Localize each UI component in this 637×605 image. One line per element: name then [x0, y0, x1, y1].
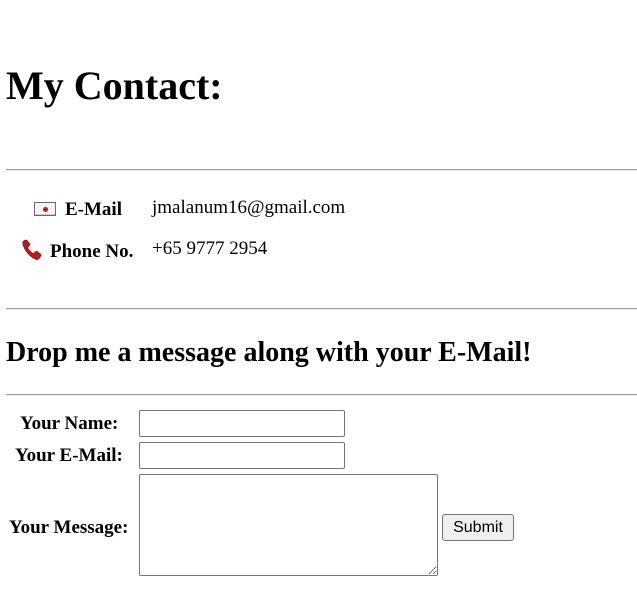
- submit-button[interactable]: Submit: [442, 514, 514, 541]
- envelope-icon: [34, 202, 56, 216]
- email-value: jmalanum16@gmail.com: [152, 197, 346, 218]
- email-label: E-Mail: [65, 199, 122, 220]
- divider-form: [6, 394, 637, 396]
- message-label: Your Message:: [9, 517, 129, 538]
- email-field-label: Your E-Mail:: [15, 445, 123, 466]
- email-input[interactable]: [139, 442, 345, 469]
- name-label: Your Name:: [20, 413, 119, 434]
- divider-top: [6, 169, 637, 171]
- phone-label: Phone No.: [50, 241, 134, 262]
- name-input[interactable]: [139, 410, 345, 437]
- message-section-heading: Drop me a message along with your E-Mail…: [6, 337, 532, 368]
- contact-page: My Contact: E-Mail jmalanum16@gmail.com …: [0, 0, 637, 605]
- envelope-seal: [43, 207, 48, 212]
- phone-value: +65 9777 2954: [152, 238, 268, 259]
- page-title: My Contact:: [6, 63, 223, 108]
- divider-middle: [6, 308, 637, 310]
- message-textarea[interactable]: [139, 474, 438, 576]
- telephone-receiver-icon: [20, 238, 44, 262]
- email-row: E-Mail jmalanum16@gmail.com: [0, 197, 637, 223]
- phone-row: Phone No. +65 9777 2954: [0, 238, 637, 264]
